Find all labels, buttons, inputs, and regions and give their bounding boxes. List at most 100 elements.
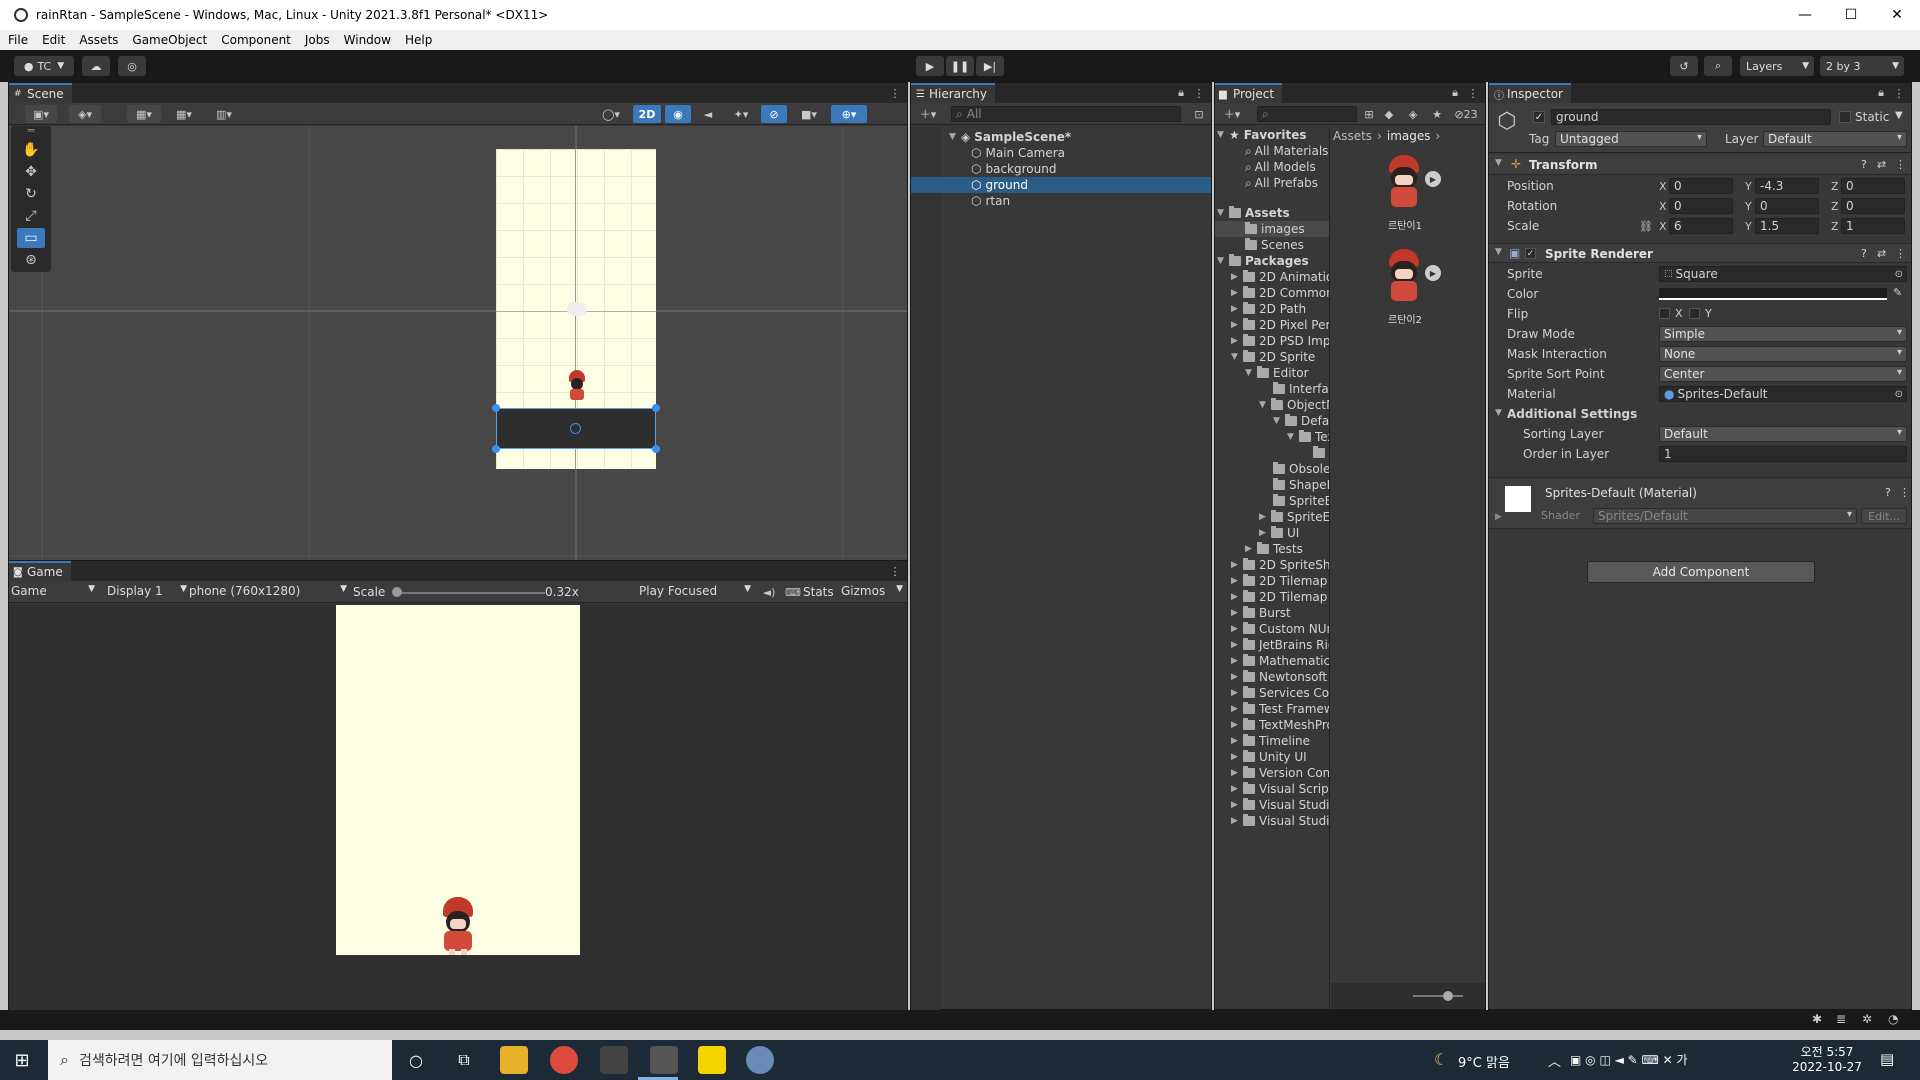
zoom-slider-thumb[interactable]	[1443, 991, 1453, 1001]
shading-button[interactable]: ◯▾	[593, 105, 629, 123]
tree-package[interactable]: ▶ 2D Tilemap Extras	[1215, 589, 1329, 605]
tree-folder[interactable]: ▼ Textures	[1215, 429, 1329, 445]
layers-dropdown[interactable]: Layers ▼	[1740, 56, 1814, 76]
shader-dropdown[interactable]: Sprites/Default	[1593, 508, 1857, 524]
tree-folder[interactable]: Interface	[1215, 381, 1329, 397]
cortana-icon[interactable]: ○	[404, 1048, 428, 1072]
hierarchy-item-background[interactable]: ⬡ background	[911, 161, 1211, 177]
tree-favorite-item[interactable]: ⌕ All Models	[1215, 159, 1329, 175]
tab-scene[interactable]: # Scene	[9, 83, 72, 103]
tree-folder[interactable]: Obsolete	[1215, 461, 1329, 477]
rect-handle-tl[interactable]	[492, 404, 500, 412]
lock-icon[interactable]: 🔒︎	[1175, 85, 1187, 101]
rect-tool-icon[interactable]: ▭	[17, 228, 45, 248]
tree-folder[interactable]: ▶ Tests	[1215, 541, 1329, 557]
more-icon[interactable]: ⋮	[889, 563, 901, 579]
tree-package[interactable]: ▶ Visual Studio Code Editor	[1215, 797, 1329, 813]
rotate-tool-icon[interactable]: ↻	[17, 184, 45, 204]
breadcrumb-item[interactable]: Assets	[1333, 129, 1372, 143]
hidden-packages-button[interactable]: ⊘ 23	[1449, 105, 1483, 123]
search-button[interactable]: ⌕	[1704, 56, 1732, 76]
pause-button[interactable]: ❚❚	[946, 56, 974, 76]
tag-dropdown[interactable]: Untagged	[1555, 131, 1707, 147]
tree-favorite-item[interactable]: ⌕ All Materials	[1215, 143, 1329, 159]
expand-arrow-icon[interactable]: ▶	[1495, 512, 1502, 522]
tree-folder-scenes[interactable]: Scenes	[1215, 237, 1329, 253]
more-icon[interactable]: ⋮	[1899, 486, 1910, 499]
rotation-x-field[interactable]: 0	[1669, 198, 1733, 214]
task-view-icon[interactable]: ⧉	[452, 1048, 476, 1072]
transform-header[interactable]: ▼ ✛ Transform ? ⇄ ⋮	[1489, 155, 1911, 175]
step-button[interactable]: ▶|	[976, 56, 1004, 76]
eyedropper-icon[interactable]: ✎	[1893, 286, 1902, 299]
tree-folder[interactable]: ▼ DefaultAssets	[1215, 413, 1329, 429]
hierarchy-item-main-camera[interactable]: ⬡ Main Camera	[911, 145, 1211, 161]
progress-icon[interactable]: ◔	[1888, 1012, 1898, 1026]
hierarchy-search-input[interactable]: ⌕ All	[951, 106, 1181, 122]
scale-y-field[interactable]: 1.5	[1755, 218, 1819, 234]
chrome-icon[interactable]	[550, 1046, 578, 1074]
sorting-layer-dropdown[interactable]: Default	[1659, 426, 1907, 442]
rtan-sprite[interactable]	[565, 370, 589, 402]
sort-point-dropdown[interactable]: Center	[1659, 366, 1907, 382]
active-checkbox[interactable]: ✓	[1533, 111, 1545, 123]
cloud-button[interactable]: ☁	[82, 56, 110, 76]
color-field[interactable]	[1659, 288, 1887, 300]
object-picker-icon[interactable]: ⊙	[1895, 389, 1903, 400]
tab-project[interactable]: ▆ Project	[1215, 83, 1283, 103]
menu-jobs[interactable]: Jobs	[305, 33, 330, 47]
position-x-field[interactable]: 0	[1669, 178, 1733, 194]
enabled-checkbox[interactable]: ✓	[1525, 248, 1536, 259]
tree-folder[interactable]: ▼ ObjectMenuCreation	[1215, 397, 1329, 413]
tree-folder[interactable]	[1215, 445, 1329, 461]
sprite-field[interactable]: ⬚ Square ⊙	[1659, 266, 1907, 282]
more-icon[interactable]: ⋮	[1893, 85, 1905, 101]
preset-icon[interactable]: ⇄	[1877, 158, 1886, 171]
menu-assets[interactable]: Assets	[79, 33, 118, 47]
taskbar-time[interactable]: 오전 5:57	[1792, 1043, 1862, 1060]
lighting-button[interactable]: ◉	[665, 105, 691, 123]
kakaotalk-icon[interactable]	[698, 1046, 726, 1074]
more-icon[interactable]: ⋮	[1895, 247, 1906, 260]
play-icon[interactable]: ▶	[1425, 171, 1441, 187]
gizmos-dropdown[interactable]: Gizmos ▼	[841, 584, 905, 600]
tray-chevron-up-icon[interactable]: ︿	[1548, 1051, 1561, 1070]
play-button[interactable]: ▶	[916, 56, 944, 76]
transform-tool-icon[interactable]: ⊛	[17, 250, 45, 270]
lock-icon[interactable]: 🔒︎	[1449, 85, 1461, 101]
play-mode-dropdown[interactable]: Play Focused ▼	[639, 584, 753, 600]
tree-package-2d-sprite[interactable]: ▼ 2D Sprite	[1215, 349, 1329, 365]
tree-package[interactable]: ▶ Newtonsoft Json	[1215, 669, 1329, 685]
tree-folder[interactable]: ▼ Editor	[1215, 365, 1329, 381]
hand-tool-icon[interactable]: ✋	[17, 140, 45, 160]
help-icon[interactable]: ?	[1885, 486, 1891, 499]
help-icon[interactable]: ?	[1861, 247, 1867, 260]
hierarchy-item-rtan[interactable]: ⬡ rtan	[911, 193, 1211, 209]
menu-help[interactable]: Help	[405, 33, 432, 47]
object-picker-icon[interactable]: ⊙	[1895, 269, 1903, 280]
help-icon[interactable]: ?	[1861, 158, 1867, 171]
tree-package[interactable]: ▶ Test Framework	[1215, 701, 1329, 717]
notification-icon[interactable]: ▤	[1880, 1050, 1894, 1068]
bug-icon[interactable]: ✱	[1812, 1012, 1822, 1026]
material-field[interactable]: ● Sprites-Default ⊙	[1659, 386, 1907, 402]
scene-viewport[interactable]: ═ ✋ ✥ ↻ ⤢ ▭ ⊛	[9, 126, 907, 560]
tool-handle-button[interactable]: ▣▾	[25, 105, 57, 123]
maximize-button[interactable]: ☐	[1828, 0, 1874, 30]
keyboard-icon[interactable]: ⌨	[783, 583, 803, 601]
audio-button[interactable]: ◄	[695, 105, 721, 123]
unity-hub-icon[interactable]	[600, 1046, 628, 1074]
asset-tile[interactable]: ▶ 르탄이1	[1375, 153, 1447, 243]
menu-window[interactable]: Window	[344, 33, 391, 47]
tray-icons[interactable]: ▣ ◎ ◫ ◄ ✎ ⌨ ✕ 가	[1570, 1051, 1688, 1068]
search-by-type-icon[interactable]: ⊞	[1361, 105, 1377, 123]
pivot-handle[interactable]	[570, 423, 581, 434]
visibility-button[interactable]: ⊘	[761, 105, 787, 123]
account-dropdown[interactable]: ● TC ▼	[14, 56, 74, 76]
hierarchy-item-ground[interactable]: ⬡ ground	[911, 177, 1211, 193]
scale-z-field[interactable]: 1	[1841, 218, 1905, 234]
file-explorer-icon[interactable]	[500, 1046, 528, 1074]
tree-package[interactable]: ▶ 2D Tilemap Editor	[1215, 573, 1329, 589]
rotation-z-field[interactable]: 0	[1841, 198, 1905, 214]
scene-visibility-icon[interactable]: ⊡	[1191, 105, 1207, 123]
